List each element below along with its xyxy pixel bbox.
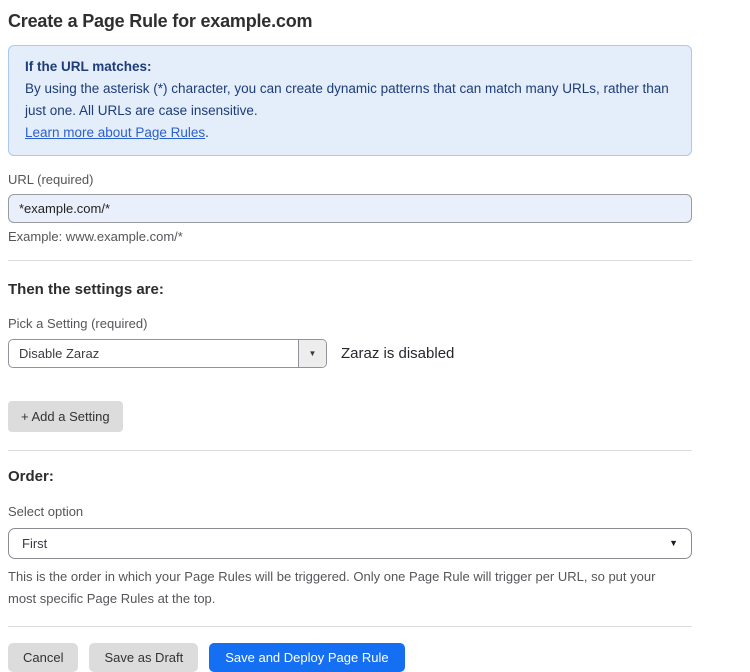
order-help-text: This is the order in which your Page Rul… [8,566,686,609]
url-input[interactable] [8,194,692,223]
chevron-down-icon: ▼ [669,539,678,548]
order-select-value: First [22,536,47,551]
info-box-heading: If the URL matches: [25,56,675,78]
save-as-draft-button[interactable]: Save as Draft [89,643,198,672]
setting-status-text: Zaraz is disabled [341,345,454,362]
page-rule-form: Create a Page Rule for example.com If th… [0,0,692,672]
divider [8,450,692,451]
setting-select-value: Disable Zaraz [9,340,298,367]
page-title: Create a Page Rule for example.com [8,10,692,32]
add-setting-button[interactable]: + Add a Setting [8,401,123,432]
setting-select[interactable]: Disable Zaraz ▼ [8,339,327,368]
order-select[interactable]: First ▼ [8,528,692,559]
cancel-button[interactable]: Cancel [8,643,78,672]
url-field-label: URL (required) [8,172,692,187]
link-suffix: . [205,125,209,140]
setting-select-arrow-button[interactable]: ▼ [298,340,326,367]
url-example-text: Example: www.example.com/* [8,229,692,244]
pick-setting-label: Pick a Setting (required) [8,316,692,331]
info-box-body: By using the asterisk (*) character, you… [25,78,675,122]
save-and-deploy-button[interactable]: Save and Deploy Page Rule [209,643,404,672]
setting-row: Disable Zaraz ▼ Zaraz is disabled [8,339,692,368]
order-section-heading: Order: [8,468,692,485]
form-actions: Cancel Save as Draft Save and Deploy Pag… [8,643,692,672]
divider [8,626,692,627]
info-box-link-line: Learn more about Page Rules. [25,122,675,144]
divider [8,260,692,261]
learn-more-link[interactable]: Learn more about Page Rules [25,125,205,140]
settings-section-heading: Then the settings are: [8,281,692,298]
order-select-label: Select option [8,504,692,519]
url-match-info-box: If the URL matches: By using the asteris… [8,45,692,156]
chevron-down-icon: ▼ [309,350,317,358]
